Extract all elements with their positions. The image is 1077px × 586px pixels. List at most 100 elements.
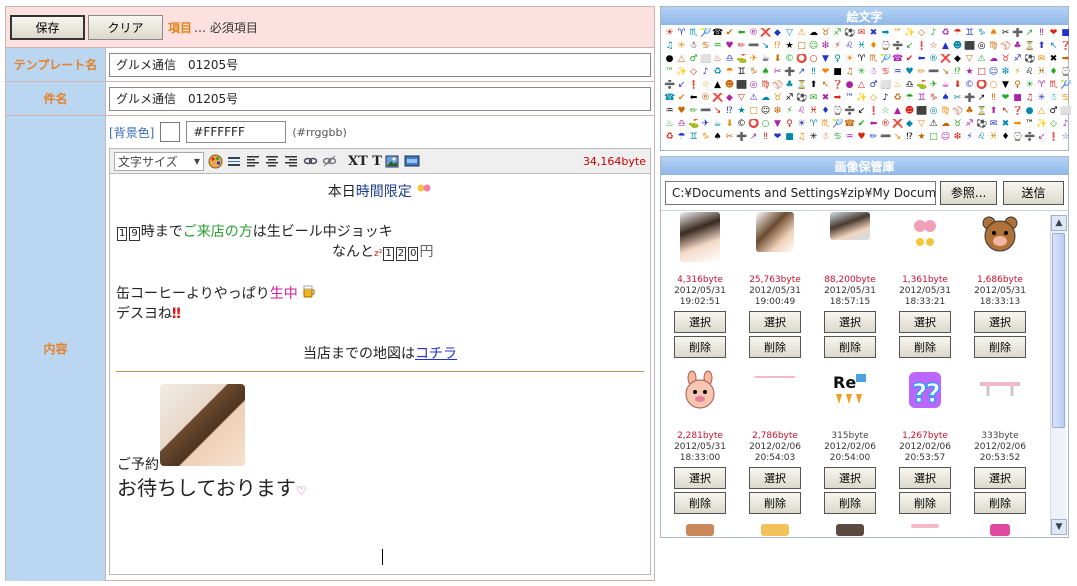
emoji-icon[interactable]: ☁ — [808, 28, 819, 39]
delete-image-button[interactable]: 削除 — [749, 336, 801, 358]
emoji-icon[interactable]: ♪ — [880, 93, 891, 104]
emoji-icon[interactable]: ⬛ — [736, 80, 747, 91]
emoji-icon[interactable]: ⛳ — [736, 54, 747, 65]
emoji-icon[interactable]: ⛳ — [688, 119, 699, 130]
emoji-icon[interactable]: ♠ — [712, 132, 723, 143]
emoji-icon[interactable]: ♀ — [784, 119, 795, 130]
emoji-icon[interactable]: ⬛ — [916, 106, 927, 117]
emoji-icon[interactable]: ↘ — [940, 67, 951, 78]
emoji-icon[interactable]: ↙ — [856, 106, 867, 117]
thumbnail-scrollbar[interactable]: ▲ ▼ — [1050, 215, 1067, 535]
emoji-icon[interactable]: ↗ — [748, 132, 759, 143]
emoji-icon[interactable]: ☁ — [940, 119, 951, 130]
reply-emoji-image[interactable]: Re — [828, 368, 872, 412]
emoji-icon[interactable]: ✏ — [868, 132, 879, 143]
thumbnail-image[interactable] — [680, 212, 720, 262]
emoji-icon[interactable]: ➗ — [844, 106, 855, 117]
subject-input[interactable]: グルメ通信 01205号 — [109, 86, 651, 111]
map-link[interactable]: コチラ — [415, 346, 457, 362]
emoji-icon[interactable]: ♨ — [712, 54, 723, 65]
emoji-icon[interactable]: ♻ — [940, 28, 951, 39]
emoji-icon[interactable]: ↘ — [892, 132, 903, 143]
emoji-icon[interactable]: ✉ — [988, 119, 999, 130]
emoji-icon[interactable]: ✖ — [1048, 54, 1059, 65]
ribbon-divider-image[interactable] — [978, 368, 1022, 412]
emoji-icon[interactable]: ➡ — [832, 93, 843, 104]
emoji-icon[interactable]: ☃ — [820, 132, 831, 143]
emoji-icon[interactable]: ☆ — [880, 106, 891, 117]
question-emoji-image[interactable]: ⁇ — [903, 368, 947, 412]
emoji-icon[interactable]: ♌ — [976, 132, 987, 143]
emoji-icon[interactable]: ♣ — [1012, 41, 1023, 52]
send-button[interactable]: 送信 — [1003, 180, 1064, 205]
emoji-icon[interactable]: ♐ — [784, 93, 795, 104]
emoji-icon[interactable]: ♪ — [1060, 119, 1071, 130]
select-image-button[interactable]: 選択 — [974, 311, 1026, 333]
browse-button[interactable]: 参照... — [940, 180, 998, 205]
emoji-icon[interactable]: ☀ — [796, 119, 807, 130]
emoji-icon[interactable]: ▽ — [784, 28, 795, 39]
emoji-icon[interactable]: ❓ — [1060, 41, 1071, 52]
emoji-icon[interactable]: ♋ — [700, 41, 711, 52]
emoji-icon[interactable]: ▽ — [916, 119, 927, 130]
delete-image-button[interactable]: 削除 — [674, 336, 726, 358]
emoji-icon[interactable]: △ — [676, 54, 687, 65]
emoji-icon[interactable]: ↖ — [1048, 41, 1059, 52]
emoji-icon[interactable]: ♦ — [1000, 132, 1011, 143]
emoji-icon[interactable]: ✨ — [904, 28, 915, 39]
thumbnail-image[interactable] — [990, 524, 1010, 536]
emoji-icon[interactable]: ♎ — [676, 119, 687, 130]
emoji-icon[interactable]: ‼ — [760, 132, 771, 143]
emoji-icon[interactable]: ✈ — [700, 119, 711, 130]
emoji-icon[interactable]: ✏ — [736, 41, 747, 52]
emoji-icon[interactable]: ☕ — [940, 80, 951, 91]
emoji-icon[interactable]: ♉ — [772, 93, 783, 104]
emoji-icon[interactable]: ☀ — [664, 28, 675, 39]
emoji-icon[interactable]: ♑ — [928, 93, 939, 104]
emoji-icon[interactable]: ® — [748, 28, 759, 39]
insert-image-icon[interactable] — [385, 153, 401, 169]
emoji-icon[interactable]: ⌚ — [1012, 132, 1023, 143]
emoji-icon[interactable]: ★ — [964, 67, 975, 78]
emoji-icon[interactable]: ⚠ — [976, 54, 987, 65]
save-button[interactable]: 保存 — [10, 14, 85, 40]
emoji-icon[interactable]: ⌚ — [1060, 67, 1071, 78]
emoji-icon[interactable]: ♒ — [844, 132, 855, 143]
emoji-icon[interactable]: ♈ — [856, 54, 867, 65]
emoji-icon[interactable]: ♫ — [664, 41, 675, 52]
emoji-icon[interactable]: ♐ — [1012, 54, 1023, 65]
emoji-icon[interactable]: ☕ — [760, 54, 771, 65]
delete-image-button[interactable]: 削除 — [749, 492, 801, 514]
emoji-icon[interactable]: ◆ — [772, 28, 783, 39]
emoji-icon[interactable]: ⭕ — [976, 80, 987, 91]
select-image-button[interactable]: 選択 — [899, 311, 951, 333]
emoji-icon[interactable]: ✂ — [772, 67, 783, 78]
emoji-icon[interactable]: ⬇ — [724, 119, 735, 130]
emoji-icon[interactable]: ⚡ — [832, 41, 843, 52]
emoji-icon[interactable]: © — [964, 80, 975, 91]
emoji-icon[interactable]: ♊ — [964, 28, 975, 39]
emoji-icon[interactable]: ❌ — [892, 119, 903, 130]
thumbnail-image[interactable] — [830, 212, 870, 240]
emoji-icon[interactable]: ☂ — [904, 93, 915, 104]
emoji-icon[interactable]: ™ — [892, 28, 903, 39]
align-left-icon[interactable] — [245, 153, 261, 169]
emoji-icon[interactable]: ♉ — [1000, 54, 1011, 65]
remove-link-icon[interactable] — [321, 153, 337, 169]
align-right-icon[interactable] — [283, 153, 299, 169]
emoji-icon[interactable]: ☃ — [688, 41, 699, 52]
emoji-icon[interactable]: ♍ — [988, 41, 999, 52]
emoji-icon[interactable]: ◎ — [748, 80, 759, 91]
select-image-button[interactable]: 選択 — [899, 467, 951, 489]
select-image-button[interactable]: 選択 — [749, 467, 801, 489]
emoji-icon[interactable]: ▼ — [1000, 80, 1011, 91]
align-center-icon[interactable] — [264, 153, 280, 169]
delete-image-button[interactable]: 削除 — [824, 336, 876, 358]
emoji-icon[interactable]: ♫ — [796, 132, 807, 143]
emoji-icon[interactable]: ⭕ — [796, 54, 807, 65]
emoji-icon[interactable]: © — [784, 54, 795, 65]
emoji-icon[interactable]: ▼ — [820, 54, 831, 65]
file-path-input[interactable]: C:¥Documents and Settings¥zip¥My Documen… — [665, 180, 937, 205]
emoji-icon[interactable]: ❗ — [868, 106, 879, 117]
select-image-button[interactable]: 選択 — [749, 311, 801, 333]
